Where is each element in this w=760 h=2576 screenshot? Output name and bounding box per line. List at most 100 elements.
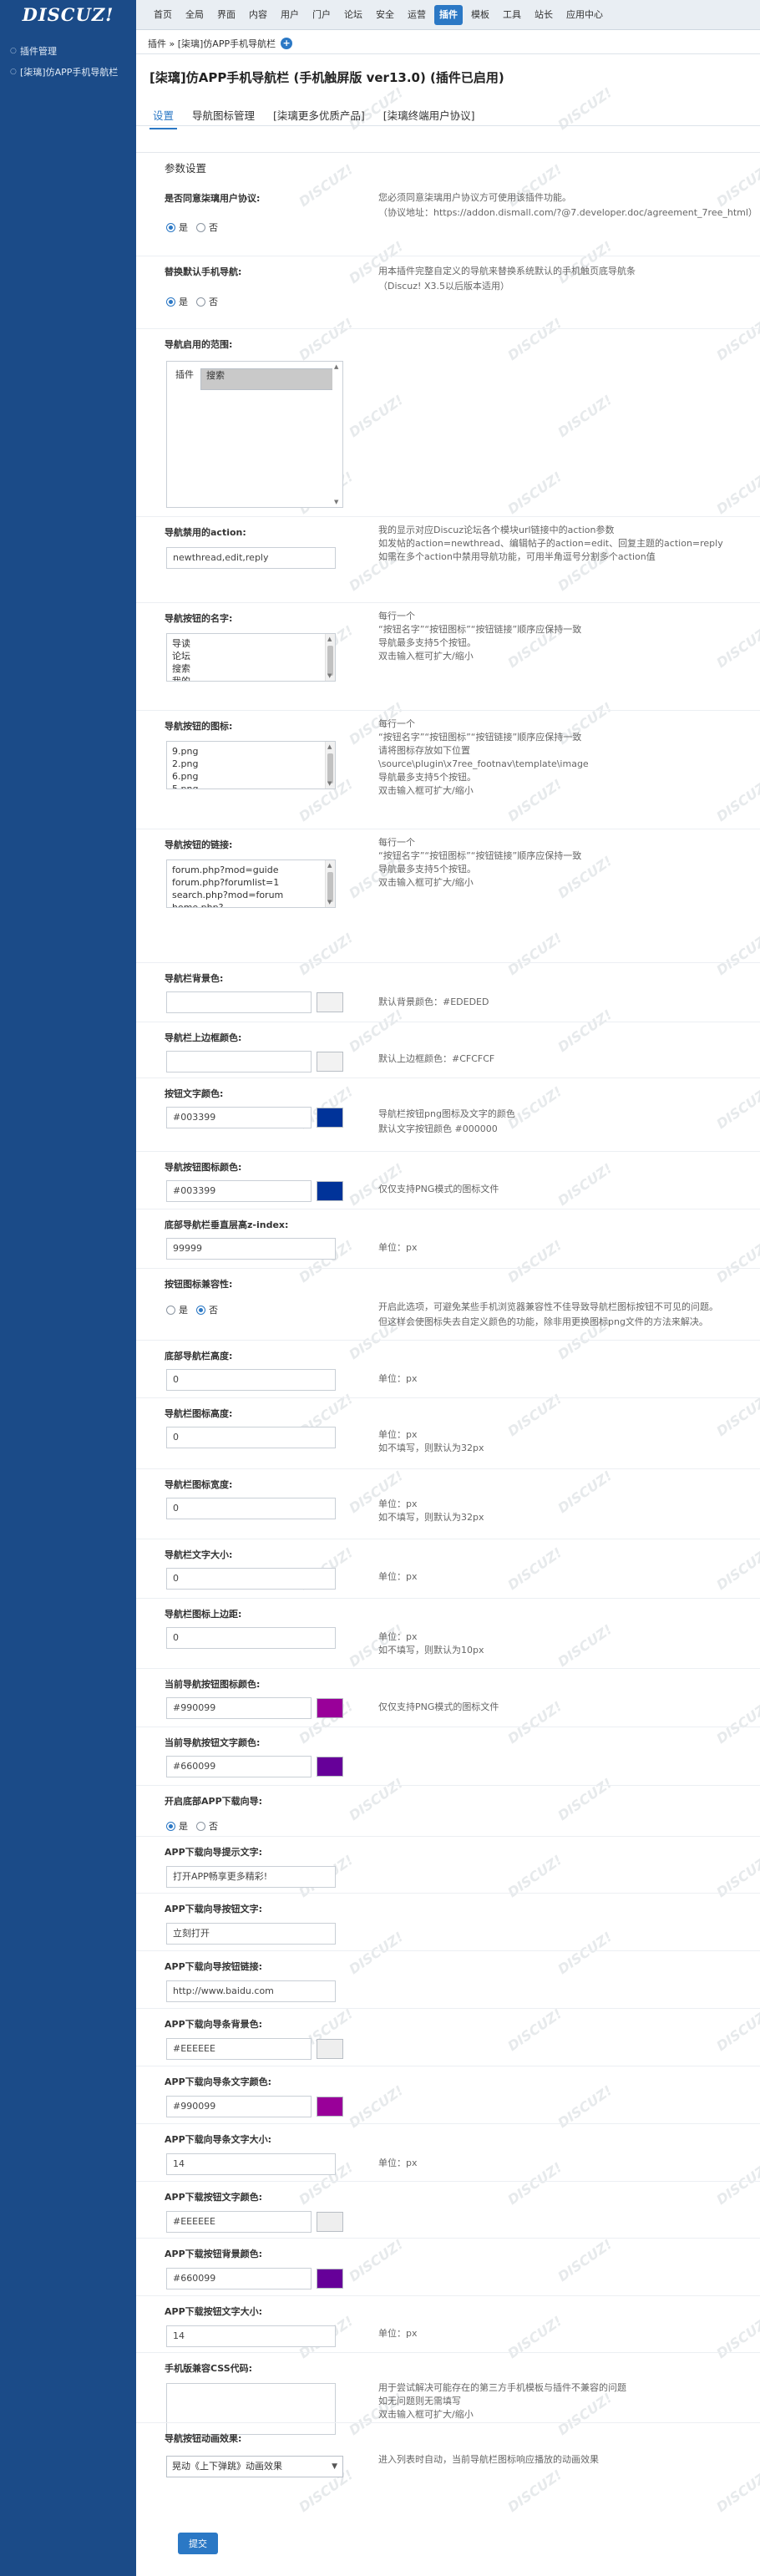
submit-button[interactable]: 提交 [178,2533,218,2554]
color-swatch[interactable] [317,1757,343,1777]
help-text: 导航最多支持5个按钮。 [378,772,476,783]
svg-text:DISCUZ!: DISCUZ! [504,315,565,363]
nav-item[interactable]: 首页 [149,5,177,25]
svg-text:DISCUZ!: DISCUZ! [296,930,356,978]
nav-item[interactable]: 工具 [498,5,526,25]
nav-item[interactable]: 论坛 [339,5,367,25]
text-input[interactable]: http://www.baidu.com [166,1980,336,2002]
color-input[interactable]: #990099 [166,1697,312,1719]
color-swatch[interactable] [317,2269,343,2289]
text-input[interactable]: 14 [166,2153,336,2175]
help-text: 双击输入框可扩大/缩小 [378,785,474,796]
color-input[interactable]: #003399 [166,1107,312,1128]
svg-text:DISCUZ!: DISCUZ! [346,1929,406,1977]
scrollbar[interactable]: ▲ ▼ [332,362,342,507]
color-swatch[interactable] [317,2097,343,2117]
textarea[interactable] [166,2383,336,2435]
help-text: 仅仅支持PNG模式的图标文件 [378,1184,499,1194]
animation-select[interactable]: 晃动《上下弹跳》动画效果 ▼ [166,2456,343,2477]
color-input[interactable]: #660099 [166,2268,312,2289]
help-text: 导航最多支持5个按钮。 [378,864,476,875]
textarea[interactable]: 导读 论坛 搜索 我的 ▲ ▼ [166,633,336,682]
color-swatch[interactable] [317,2212,343,2232]
nav-item[interactable]: 界面 [212,5,241,25]
select-option[interactable]: 搜索 [200,368,342,390]
radio-button[interactable] [196,1821,205,1831]
radio-button[interactable] [196,1305,205,1315]
radio-button[interactable] [166,1821,175,1831]
color-swatch[interactable] [317,2039,343,2059]
radio-button[interactable] [166,222,175,232]
color-swatch[interactable] [317,1181,343,1201]
nav-item[interactable]: 内容 [244,5,272,25]
radio-label[interactable]: 否 [209,1303,218,1316]
radio-group: 是否 [166,295,226,308]
add-favorite-icon[interactable]: + [281,38,293,49]
text-input[interactable]: 0 [166,1427,336,1448]
nav-item[interactable]: 门户 [307,5,336,25]
color-input[interactable]: #EEEEEE [166,2211,312,2233]
textarea[interactable]: 9.png 2.png 6.png 5.png ▲ ▼ [166,741,336,789]
nav-item[interactable]: 安全 [371,5,399,25]
radio-label[interactable]: 是 [179,1303,188,1316]
nav-item[interactable]: 运营 [403,5,431,25]
nav-item[interactable]: 插件 [434,5,463,25]
color-swatch[interactable] [317,1108,343,1128]
radio-label[interactable]: 否 [209,295,218,308]
text-input[interactable]: 14 [166,2325,336,2347]
color-input[interactable] [166,1051,312,1072]
color-swatch[interactable] [317,992,343,1012]
divider [136,1598,760,1599]
help-text: 单位：px [378,1429,418,1440]
svg-text:DISCUZ!: DISCUZ! [504,1544,565,1593]
color-input[interactable] [166,991,312,1013]
field-label: 导航栏图标上边距: [165,1609,242,1620]
text-input[interactable]: 0 [166,1627,336,1649]
multi-select[interactable]: 门户论坛群组家园搜索插件▲▼ [166,361,343,508]
nav-item[interactable]: 模板 [466,5,494,25]
text-input[interactable]: 立刻打开 [166,1923,336,1945]
radio-label[interactable]: 否 [209,221,218,234]
help-text: 导航栏按钮png图标及文字的颜色 [378,1108,515,1119]
field-label: 底部导航栏垂直层高z-index: [165,1220,289,1230]
textarea[interactable]: forum.php?mod=guide forum.php?forumlist=1… [166,860,336,908]
color-swatch[interactable] [317,1698,343,1718]
radio-label[interactable]: 是 [179,295,188,308]
help-text: 用本插件完整自定义的导航来替换系统默认的手机触页底导航条 [378,266,636,276]
discuz-logo[interactable]: DISCUZ! [0,0,136,30]
color-input[interactable]: #003399 [166,1180,312,1202]
radio-button[interactable] [196,222,205,232]
nav-item[interactable]: 全局 [180,5,209,25]
radio-button[interactable] [166,1305,175,1315]
svg-text:DISCUZ!: DISCUZ! [504,469,565,517]
radio-button[interactable] [196,297,205,307]
text-input[interactable]: 0 [166,1568,336,1590]
scrollbar[interactable]: ▲ ▼ [325,742,335,789]
sidebar-item-plugin-navbar[interactable]: ○ [柒璃]仿APP手机导航栏 [0,63,136,84]
radio-label[interactable]: 是 [179,1819,188,1833]
scrollbar[interactable]: ▲ ▼ [325,860,335,907]
divider [136,328,760,329]
text-input[interactable]: newthread,edit,reply [166,547,336,569]
color-input[interactable]: #EEEEEE [166,2038,312,2060]
text-input[interactable]: 打开APP畅享更多精彩! [166,1866,336,1888]
color-swatch[interactable] [317,1052,343,1072]
radio-button[interactable] [166,297,175,307]
scrollbar[interactable]: ▲ ▼ [325,634,335,681]
radio-label[interactable]: 是 [179,221,188,234]
help-text: 单位：px [378,2158,418,2168]
divider [136,2181,760,2182]
text-input[interactable]: 0 [166,1498,336,1519]
color-input[interactable]: #990099 [166,2096,312,2117]
text-input[interactable]: 99999 [166,1238,336,1260]
text-input[interactable]: 0 [166,1369,336,1391]
svg-text:DISCUZ!: DISCUZ! [713,315,760,363]
sidebar-item-plugin-manage[interactable]: ○ 插件管理 [0,42,136,63]
nav-item[interactable]: 应用中心 [561,5,608,25]
field-label: 按钮文字颜色: [165,1088,224,1099]
svg-text:DISCUZ!: DISCUZ! [296,161,356,210]
color-input[interactable]: #660099 [166,1756,312,1777]
nav-item[interactable]: 站长 [529,5,558,25]
nav-item[interactable]: 用户 [276,5,304,25]
radio-label[interactable]: 否 [209,1819,218,1833]
